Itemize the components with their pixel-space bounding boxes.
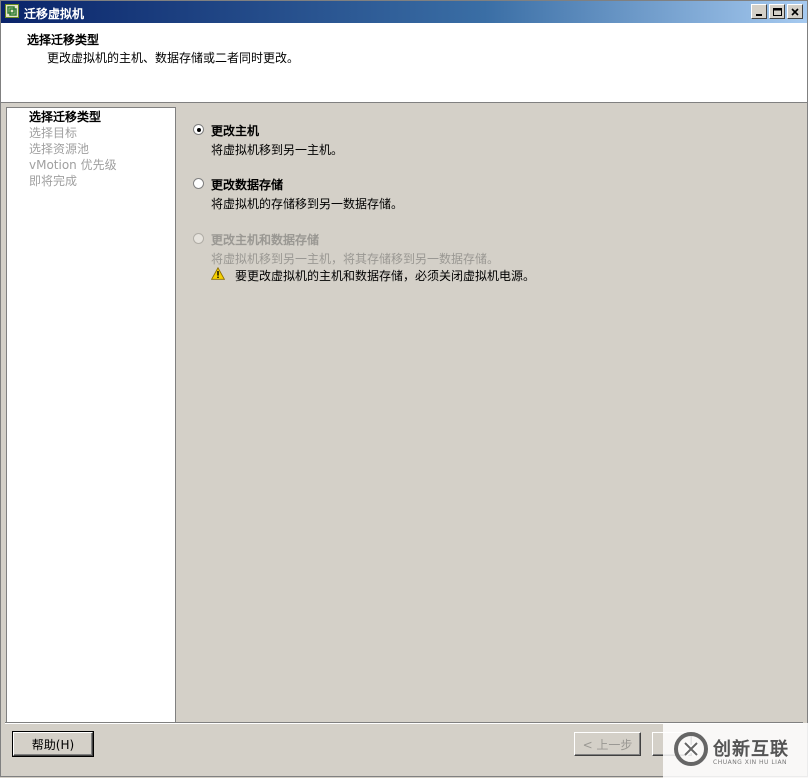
- warning-icon: [211, 267, 225, 280]
- back-button: < 上一步: [574, 732, 641, 756]
- option-label[interactable]: 更改主机: [211, 122, 259, 139]
- migrate-vm-dialog: 迁移虚拟机 选择迁移类型 更改虚拟机的主机、数据存储或二者同时更改。 选择迁移类…: [0, 0, 808, 778]
- watermark-cn: 创新互联: [713, 739, 789, 760]
- wizard-header: 选择迁移类型 更改虚拟机的主机、数据存储或二者同时更改。: [1, 23, 807, 103]
- option-label: 更改主机和数据存储: [211, 233, 320, 247]
- warning-text: 要更改虚拟机的主机和数据存储，必须关闭虚拟机电源。: [235, 269, 536, 283]
- radio-change-host[interactable]: [193, 124, 204, 135]
- minimize-icon: [756, 13, 762, 16]
- step-ready-to-complete: 即将完成: [29, 174, 78, 188]
- wizard-steps-panel: 选择迁移类型 选择目标 选择资源池 vMotion 优先级 即将完成: [6, 107, 176, 723]
- watermark-en: CHUANG XIN HU LIAN: [713, 759, 788, 766]
- help-button[interactable]: 帮助(H): [12, 731, 94, 757]
- step-select-target: 选择目标: [29, 126, 78, 140]
- step-select-resource-pool: 选择资源池: [29, 142, 90, 156]
- option-desc: 将虚拟机移到另一主机。: [211, 143, 344, 157]
- options-panel: 更改主机 将虚拟机移到另一主机。 更改数据存储 将虚拟机的存储移到另一数据存储。…: [177, 107, 805, 721]
- window-title: 迁移虚拟机: [24, 7, 85, 21]
- header-title: 选择迁移类型: [27, 33, 100, 47]
- option-label[interactable]: 更改数据存储: [211, 176, 283, 193]
- watermark-logo: 创新互联 CHUANG XIN HU LIAN: [663, 723, 808, 778]
- minimize-button[interactable]: [751, 4, 767, 19]
- radio-change-datastore[interactable]: [193, 178, 204, 189]
- step-select-migration-type[interactable]: 选择迁移类型: [29, 109, 101, 125]
- radio-change-host-and-datastore: [193, 233, 204, 244]
- brand-logo-icon: [674, 732, 708, 766]
- option-desc: 将虚拟机移到另一主机，将其存储移到另一数据存储。: [211, 252, 500, 266]
- close-button[interactable]: [787, 4, 803, 19]
- option-desc: 将虚拟机的存储移到另一数据存储。: [211, 197, 404, 211]
- vm-migrate-icon: [5, 4, 19, 18]
- header-subtitle: 更改虚拟机的主机、数据存储或二者同时更改。: [47, 51, 300, 65]
- maximize-icon: [772, 7, 782, 16]
- close-icon: [791, 7, 799, 16]
- title-bar: 迁移虚拟机: [1, 1, 807, 23]
- maximize-button[interactable]: [769, 4, 785, 19]
- step-vmotion-priority: vMotion 优先级: [29, 158, 117, 172]
